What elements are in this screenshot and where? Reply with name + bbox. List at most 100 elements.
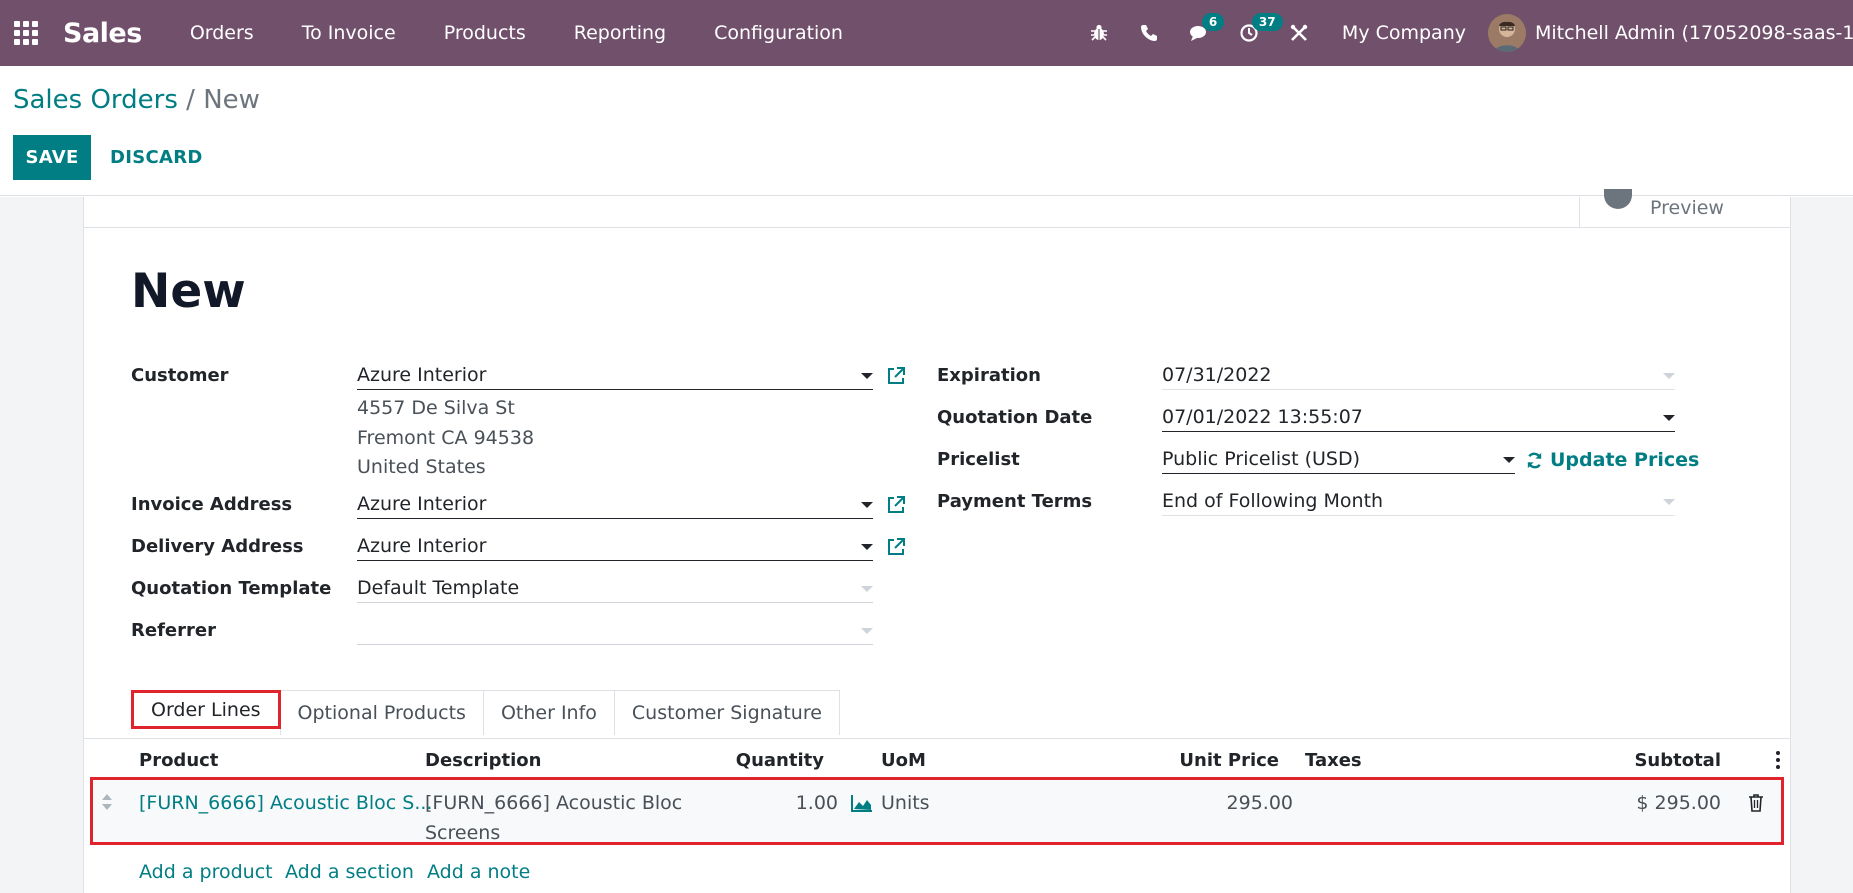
expiration-label: Expiration	[937, 365, 1041, 386]
invoice-address-label: Invoice Address	[131, 494, 293, 515]
preview-button[interactable]: Preview	[1579, 189, 1790, 227]
column-header-subtotal[interactable]: Subtotal	[1584, 750, 1721, 771]
payment-terms-dropdown-icon[interactable]	[1663, 499, 1675, 505]
form-sheet: Preview New Customer Azure Interior 4557…	[83, 189, 1791, 893]
row-unit-price[interactable]: 295.00	[1084, 792, 1293, 814]
menu-to-invoice[interactable]: To Invoice	[278, 0, 420, 66]
invoice-address-value: Azure Interior	[357, 493, 487, 515]
messages-badge: 6	[1201, 13, 1225, 31]
save-button[interactable]: SAVE	[13, 135, 91, 180]
quotation-template-value: Default Template	[357, 577, 520, 599]
user-menu[interactable]: Mitchell Admin (17052098-saas-15-1	[1488, 14, 1853, 52]
tab-order-lines[interactable]: Order Lines	[131, 690, 281, 729]
customer-dropdown-icon[interactable]	[861, 373, 873, 379]
customer-field[interactable]: Azure Interior	[357, 360, 873, 390]
customer-external-link-icon[interactable]	[885, 365, 907, 387]
customer-address-street: 4557 De Silva St	[357, 397, 515, 419]
column-header-product[interactable]: Product	[139, 750, 218, 771]
expiration-field[interactable]: 07/31/2022	[1162, 360, 1675, 390]
pricelist-dropdown-icon[interactable]	[1503, 457, 1515, 463]
menu-configuration[interactable]: Configuration	[690, 0, 867, 66]
optional-columns-icon[interactable]	[1776, 751, 1782, 772]
quotation-template-field[interactable]: Default Template	[357, 573, 873, 603]
payment-terms-field[interactable]: End of Following Month	[1162, 486, 1675, 516]
customer-address-city: Fremont CA 94538	[357, 427, 535, 449]
referrer-field[interactable]	[357, 615, 873, 645]
discard-button[interactable]: DISCARD	[100, 135, 213, 180]
quotation-template-dropdown-icon[interactable]	[861, 586, 873, 592]
expiration-dropdown-icon[interactable]	[1663, 373, 1675, 379]
column-header-taxes[interactable]: Taxes	[1305, 750, 1362, 771]
referrer-label: Referrer	[131, 620, 216, 641]
tools-icon[interactable]	[1274, 0, 1324, 66]
delivery-address-external-link-icon[interactable]	[885, 536, 907, 558]
delivery-address-dropdown-icon[interactable]	[861, 544, 873, 550]
row-description-line2[interactable]: Screens	[425, 822, 500, 844]
menu-orders[interactable]: Orders	[166, 0, 278, 66]
quotation-date-dropdown-icon[interactable]	[1663, 415, 1675, 421]
customer-value: Azure Interior	[357, 364, 487, 386]
invoice-address-external-link-icon[interactable]	[885, 494, 907, 516]
trash-icon[interactable]	[1748, 793, 1764, 812]
update-prices-label: Update Prices	[1550, 449, 1700, 471]
row-product[interactable]: [FURN_6666] Acoustic Bloc S...	[139, 792, 432, 814]
quotation-template-label: Quotation Template	[131, 578, 332, 599]
forecast-chart-icon[interactable]	[851, 794, 873, 812]
customer-address-country: United States	[357, 456, 486, 478]
row-quantity[interactable]: 1.00	[734, 792, 838, 814]
payment-terms-label: Payment Terms	[937, 491, 1093, 512]
payment-terms-value: End of Following Month	[1162, 490, 1384, 512]
update-prices-button[interactable]: Update Prices	[1525, 449, 1699, 471]
globe-icon	[1604, 189, 1632, 209]
row-subtotal: $ 295.00	[1636, 792, 1721, 814]
messages-icon[interactable]: 6	[1174, 0, 1225, 66]
tab-customer-signature[interactable]: Customer Signature	[613, 690, 840, 735]
quotation-date-label: Quotation Date	[937, 407, 1093, 428]
column-header-unit-price[interactable]: Unit Price	[1084, 750, 1279, 771]
delivery-address-field[interactable]: Azure Interior	[357, 531, 873, 561]
preview-label: Preview	[1650, 197, 1724, 219]
menu-reporting[interactable]: Reporting	[550, 0, 690, 66]
menu-products[interactable]: Products	[420, 0, 550, 66]
tab-other-info[interactable]: Other Info	[482, 690, 615, 735]
record-title: New	[131, 264, 246, 319]
debug-bug-icon[interactable]	[1074, 0, 1124, 66]
breadcrumb-separator: /	[177, 85, 204, 115]
row-uom[interactable]: Units	[881, 792, 930, 814]
refresh-icon	[1527, 452, 1542, 468]
column-header-uom[interactable]: UoM	[881, 750, 926, 771]
invoice-address-dropdown-icon[interactable]	[861, 502, 873, 508]
top-navbar: Sales Orders To Invoice Products Reporti…	[0, 0, 1853, 66]
column-header-quantity[interactable]: Quantity	[684, 750, 824, 771]
breadcrumb-current: New	[203, 85, 260, 115]
customer-label: Customer	[131, 365, 229, 386]
delivery-address-value: Azure Interior	[357, 535, 487, 557]
breadcrumb: Sales Orders / New	[13, 85, 260, 115]
add-note-link[interactable]: Add a note	[427, 861, 530, 883]
column-header-description[interactable]: Description	[425, 750, 541, 771]
user-avatar	[1488, 14, 1526, 52]
phone-icon[interactable]	[1124, 0, 1174, 66]
activities-clock-icon[interactable]: 37	[1224, 0, 1283, 66]
notebook-tabs: Order Lines Optional Products Other Info…	[131, 690, 840, 735]
referrer-dropdown-icon[interactable]	[861, 628, 873, 634]
user-name: Mitchell Admin (17052098-saas-15-1	[1535, 22, 1853, 44]
pricelist-field[interactable]: Public Pricelist (USD)	[1162, 444, 1515, 474]
company-switcher[interactable]: My Company	[1324, 22, 1488, 44]
delivery-address-label: Delivery Address	[131, 536, 304, 557]
add-product-link[interactable]: Add a product	[139, 861, 273, 883]
expiration-value: 07/31/2022	[1162, 364, 1272, 386]
tab-optional-products[interactable]: Optional Products	[279, 690, 484, 735]
quotation-date-field[interactable]: 07/01/2022 13:55:07	[1162, 402, 1675, 432]
breadcrumb-sales-orders[interactable]: Sales Orders	[13, 85, 178, 115]
add-section-link[interactable]: Add a section	[285, 861, 414, 883]
control-panel: Sales Orders / New SAVE DISCARD	[0, 66, 1853, 196]
apps-menu-icon[interactable]	[13, 20, 39, 46]
invoice-address-field[interactable]: Azure Interior	[357, 489, 873, 519]
drag-handle-icon[interactable]	[101, 793, 113, 811]
pricelist-value: Public Pricelist (USD)	[1162, 448, 1360, 470]
pricelist-label: Pricelist	[937, 449, 1020, 470]
navbar-systray: 6 37 My Company Mitchell Admin (17052098…	[1074, 0, 1853, 66]
row-description-line1[interactable]: [FURN_6666] Acoustic Bloc	[425, 792, 682, 814]
app-name[interactable]: Sales	[63, 18, 142, 49]
